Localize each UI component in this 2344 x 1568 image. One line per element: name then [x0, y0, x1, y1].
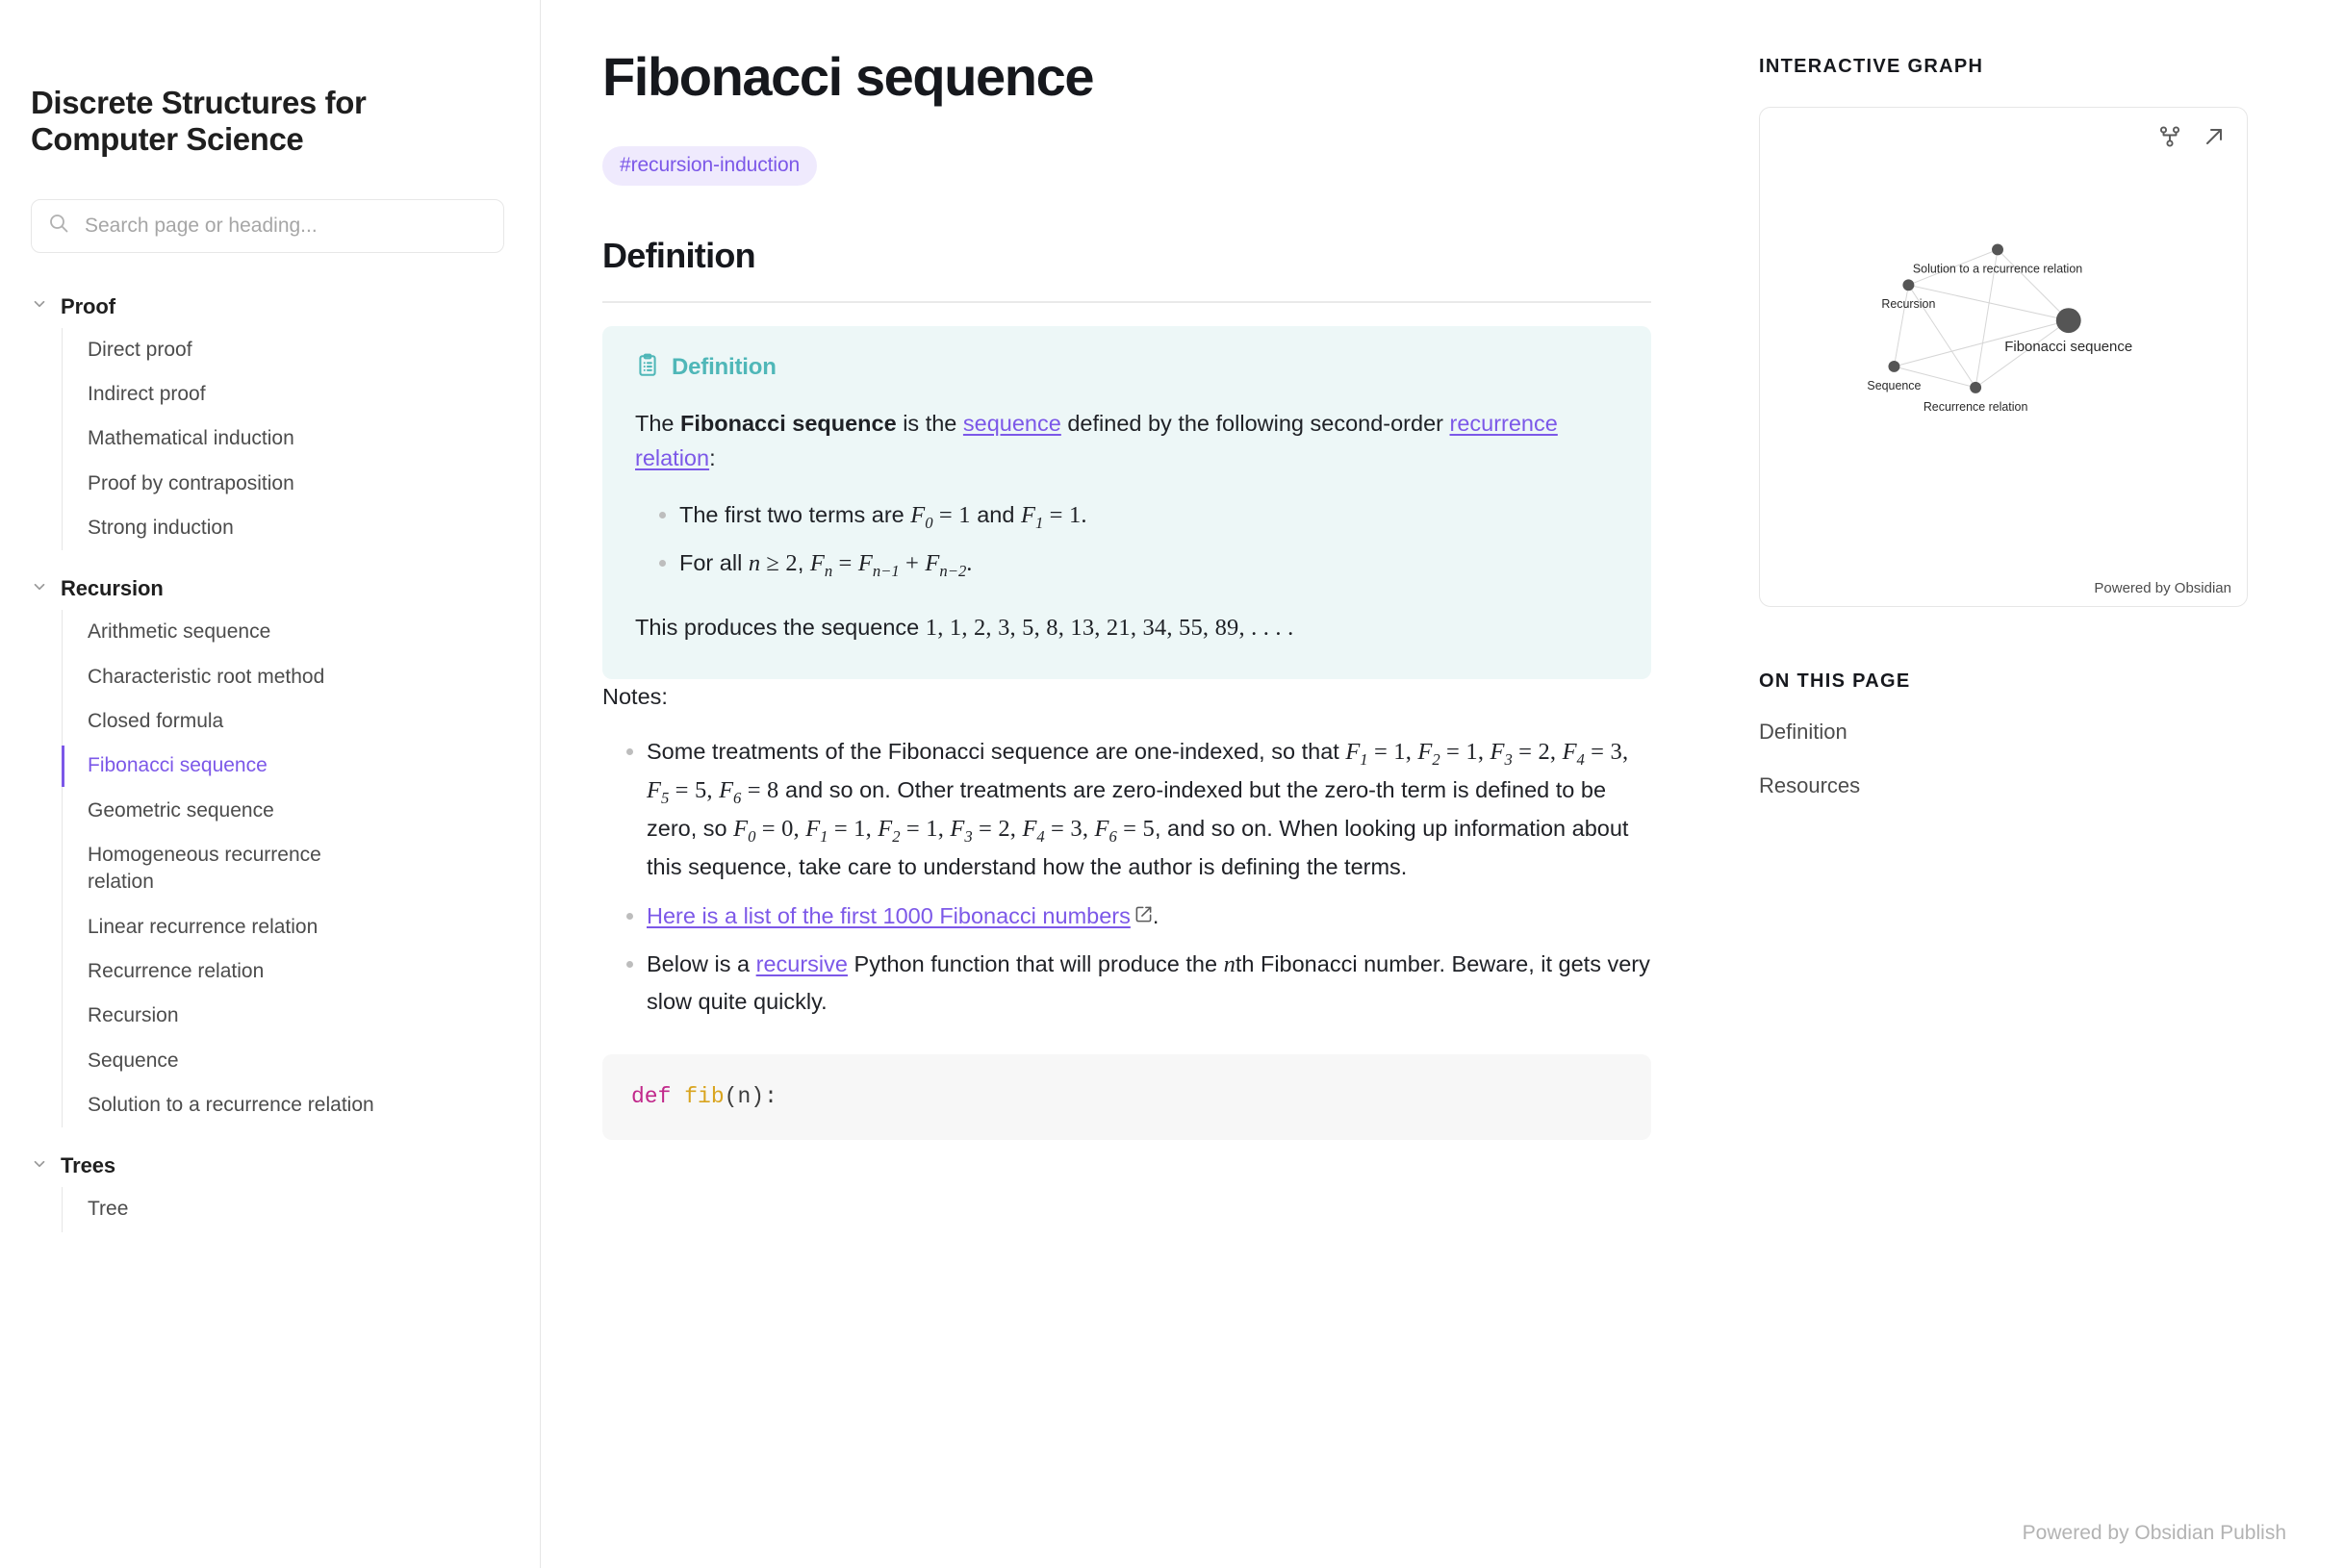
note-suffix-period: . — [1152, 902, 1159, 928]
chevron-down-icon — [31, 578, 48, 600]
callout-bold-term: Fibonacci sequence — [680, 410, 897, 436]
on-this-page-heading: ON THIS PAGE — [1759, 670, 1911, 692]
page-root: Discrete Structures for Computer Science… — [0, 0, 2344, 1568]
sidebar-item-direct-proof[interactable]: Direct proof — [63, 328, 390, 372]
graph-node-label: Sequence — [1867, 379, 1921, 392]
heading-divider — [602, 301, 1651, 303]
sidebar-item-indirect-proof[interactable]: Indirect proof — [63, 372, 390, 417]
search-input[interactable] — [83, 213, 488, 239]
nav-group-header-proof[interactable]: Proof — [31, 286, 505, 328]
nav-group-label: Recursion — [61, 576, 164, 601]
interactive-graph-heading: INTERACTIVE GRAPH — [1759, 56, 1984, 77]
tag-recursion-induction[interactable]: #recursion-induction — [602, 146, 818, 187]
graph-node[interactable] — [1888, 360, 1900, 372]
link-sequence[interactable]: sequence — [963, 411, 1061, 436]
sidebar-item-proof-by-contraposition[interactable]: Proof by contraposition — [63, 462, 390, 506]
nav-group-trees: Trees Tree — [31, 1145, 505, 1232]
sidebar-item-recurrence-relation[interactable]: Recurrence relation — [63, 949, 390, 994]
code-block-fib[interactable]: def fib(n): — [602, 1053, 1651, 1140]
note-item-python-function: Below is a recursive Python function tha… — [647, 947, 1651, 1019]
link-recursive[interactable]: recursive — [756, 951, 848, 976]
graph-node[interactable] — [2055, 308, 2081, 334]
main-content: Fibonacci sequence #recursion-induction … — [541, 0, 1713, 1568]
code-function-name: fib — [684, 1083, 725, 1109]
note3-math-n: n — [1223, 951, 1236, 978]
callout-header: Definition — [635, 353, 1618, 383]
interactive-graph-panel[interactable]: Solution to a recurrence relation Recursi… — [1759, 107, 2248, 607]
code-keyword-def: def — [631, 1083, 672, 1109]
graph-powered-by: Powered by Obsidian — [2094, 580, 2231, 596]
note3-text-b: Python function that will produce the — [847, 951, 1224, 977]
sidebar-item-characteristic-root-method[interactable]: Characteristic root method — [63, 655, 390, 699]
graph-node-label: Recursion — [1881, 297, 1935, 311]
nav-group-header-recursion[interactable]: Recursion — [31, 568, 505, 610]
sidebar-item-fibonacci-sequence[interactable]: Fibonacci sequence — [61, 744, 390, 788]
code-signature: (n): — [724, 1083, 777, 1109]
note-text-a: Some treatments of the Fibonacci sequenc… — [647, 738, 1346, 764]
sidebar-item-closed-formula[interactable]: Closed formula — [63, 699, 390, 744]
chevron-down-icon — [31, 295, 48, 317]
sidebar-item-arithmetic-sequence[interactable]: Arithmetic sequence — [63, 610, 390, 654]
callout-text-1: The — [635, 410, 681, 436]
nav-group-header-trees[interactable]: Trees — [31, 1145, 505, 1187]
section-heading-definition: Definition — [602, 236, 756, 276]
graph-node-label: Fibonacci sequence — [2004, 339, 2132, 355]
chevron-down-icon — [31, 1155, 48, 1177]
sidebar-item-homogeneous-recurrence-relation[interactable]: Homogeneous recurrence relation — [63, 833, 390, 905]
nav-children-recursion: Arithmetic sequence Characteristic root … — [61, 610, 505, 1128]
sidebar-item-linear-recurrence-relation[interactable]: Linear recurrence relation — [63, 905, 390, 949]
nav-group-proof: Proof Direct proof Indirect proof Mathem… — [31, 286, 505, 551]
on-this-page-item-definition[interactable]: Definition — [1759, 720, 2286, 745]
graph-edge — [1997, 249, 2070, 321]
left-sidebar: Discrete Structures for Computer Science… — [0, 0, 541, 1568]
graph-node-label: Solution to a recurrence relation — [1913, 262, 2082, 275]
sidebar-item-tree[interactable]: Tree — [63, 1187, 390, 1231]
nav-children-proof: Direct proof Indirect proof Mathematical… — [62, 327, 505, 551]
on-this-page-item-resources[interactable]: Resources — [1759, 773, 2286, 798]
callout-bullet-first-terms: The first two terms are F0 = 1 and F1 = … — [679, 497, 1618, 536]
clipboard-list-icon — [635, 353, 660, 383]
nav-group-recursion: Recursion Arithmetic sequence Characteri… — [31, 568, 505, 1128]
note-item-list-link: Here is a list of the first 1000 Fibonac… — [647, 898, 1651, 934]
callout-text-2: is the — [896, 410, 963, 436]
produces-values: 1, 1, 2, 3, 5, 8, 13, 21, 34, 55, 89, . … — [925, 615, 1294, 642]
search-box[interactable] — [31, 198, 504, 253]
external-link-icon — [1134, 898, 1153, 934]
footer-credit: Powered by Obsidian Publish — [2022, 1522, 2286, 1544]
sidebar-item-geometric-sequence[interactable]: Geometric sequence — [63, 789, 390, 833]
callout-bullet-list: The first two terms are F0 = 1 and F1 = … — [635, 497, 1618, 583]
nav-children-trees: Tree — [62, 1187, 505, 1232]
sidebar-item-sequence[interactable]: Sequence — [63, 1039, 390, 1083]
produces-prefix: This produces the sequence — [635, 615, 926, 641]
callout-text-4: : — [709, 445, 716, 471]
nav-group-label: Trees — [61, 1153, 115, 1178]
definition-callout: Definition The Fibonacci sequence is the… — [602, 325, 1651, 680]
sidebar-nav: Proof Direct proof Indirect proof Mathem… — [31, 286, 505, 1232]
sidebar-item-strong-induction[interactable]: Strong induction — [63, 506, 390, 550]
graph-node[interactable] — [1992, 243, 2003, 256]
callout-produces-paragraph: This produces the sequence 1, 1, 2, 3, 5… — [635, 610, 1618, 646]
graph-node-label: Recurrence relation — [1924, 400, 2028, 414]
callout-title: Definition — [672, 354, 777, 381]
note3-text-a: Below is a — [647, 951, 756, 977]
callout-bullet-recurrence: For all n ≥ 2, Fn = Fn−1 + Fn−2. — [679, 545, 1618, 584]
graph-canvas[interactable]: Solution to a recurrence relation Recursi… — [1760, 108, 2247, 606]
sidebar-item-mathematical-induction[interactable]: Mathematical induction — [63, 417, 390, 461]
sidebar-item-recursion[interactable]: Recursion — [63, 994, 390, 1038]
site-title: Discrete Structures for Computer Science — [31, 85, 367, 158]
graph-node[interactable] — [1902, 279, 1915, 291]
link-first-1000-fibonacci-numbers[interactable]: Here is a list of the first 1000 Fibonac… — [647, 903, 1131, 928]
notes-label: Notes: — [602, 684, 668, 710]
search-icon — [47, 212, 83, 240]
sidebar-item-solution-to-a-recurrence-relation[interactable]: Solution to a recurrence relation — [63, 1083, 390, 1127]
right-sidebar: INTERACTIVE GRAPH Solution to a recurren… — [1713, 0, 2344, 1568]
callout-text-3: defined by the following second-order — [1060, 410, 1450, 436]
graph-node[interactable] — [1970, 381, 1982, 393]
nav-group-label: Proof — [61, 293, 115, 318]
notes-list: Some treatments of the Fibonacci sequenc… — [602, 734, 1651, 1020]
callout-intro-paragraph: The Fibonacci sequence is the sequence d… — [635, 406, 1618, 476]
page-title: Fibonacci sequence — [602, 46, 1094, 107]
note-item-indexing: Some treatments of the Fibonacci sequenc… — [647, 734, 1651, 885]
